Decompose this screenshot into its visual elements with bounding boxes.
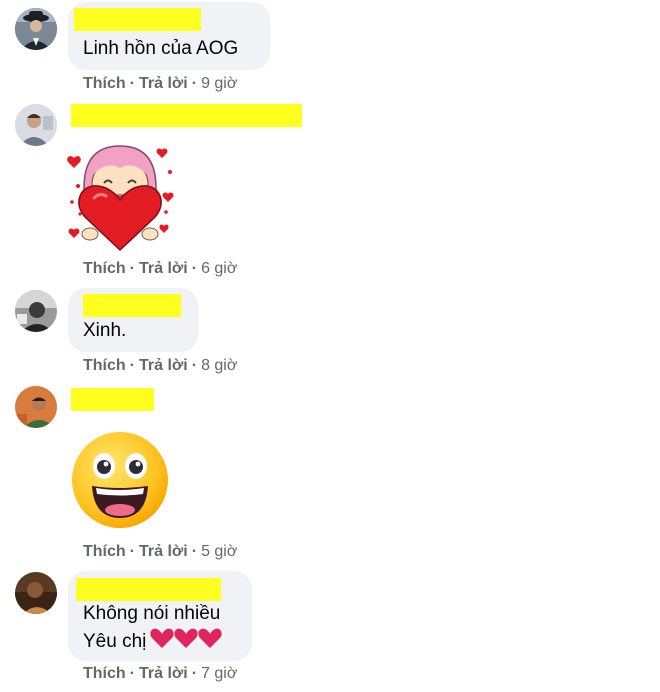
comment-actions: Thích · Trả lời · 6 giờ [83,260,238,277]
redacted-username[interactable] [83,294,181,317]
like-link[interactable]: Thích [83,75,126,92]
comment-time: 5 giờ [201,543,238,560]
like-link[interactable]: Thích [83,260,126,277]
comment-text: Linh hồn của AOG [83,38,239,59]
comment-time: 9 giờ [201,75,238,92]
redacted-username[interactable] [74,8,201,31]
redacted-username[interactable] [71,388,154,411]
like-link[interactable]: Thích [83,543,126,560]
comment-time: 6 giờ [201,260,238,277]
like-link[interactable]: Thích [83,357,126,374]
comment-actions: Thích · Trả lời · 8 giờ [83,357,238,374]
like-link[interactable]: Thích [83,665,126,682]
user-avatar[interactable] [15,290,57,332]
comment-text: Xinh. [83,320,127,341]
redacted-username[interactable] [71,104,302,127]
redacted-username[interactable] [76,578,221,601]
comment-time: 7 giờ [201,665,238,682]
reply-link[interactable]: Trả lời [139,357,188,374]
comment-actions: Thích · Trả lời · 5 giờ [83,543,238,560]
comment-time: 8 giờ [201,357,238,374]
user-avatar[interactable] [15,386,57,428]
comment-text-line1: Không nói nhiều [83,603,221,624]
reply-link[interactable]: Trả lời [139,665,188,682]
reply-link[interactable]: Trả lời [139,75,188,92]
comment-text: Yêu chị [83,631,147,652]
user-avatar[interactable] [15,104,57,146]
reply-link[interactable]: Trả lời [139,260,188,277]
user-avatar[interactable] [15,8,57,50]
girl-hugging-heart-sticker[interactable] [66,142,178,257]
comment-actions: Thích · Trả lời · 7 giờ [83,665,238,682]
comment-actions: Thích · Trả lời · 9 giờ [83,75,238,92]
grinning-face-sticker[interactable] [70,430,170,535]
comment-text-line2: Yêu chị [83,628,223,657]
reply-link[interactable]: Trả lời [139,543,188,560]
red-heart-emoji-icon [150,628,223,657]
user-avatar[interactable] [15,572,57,614]
